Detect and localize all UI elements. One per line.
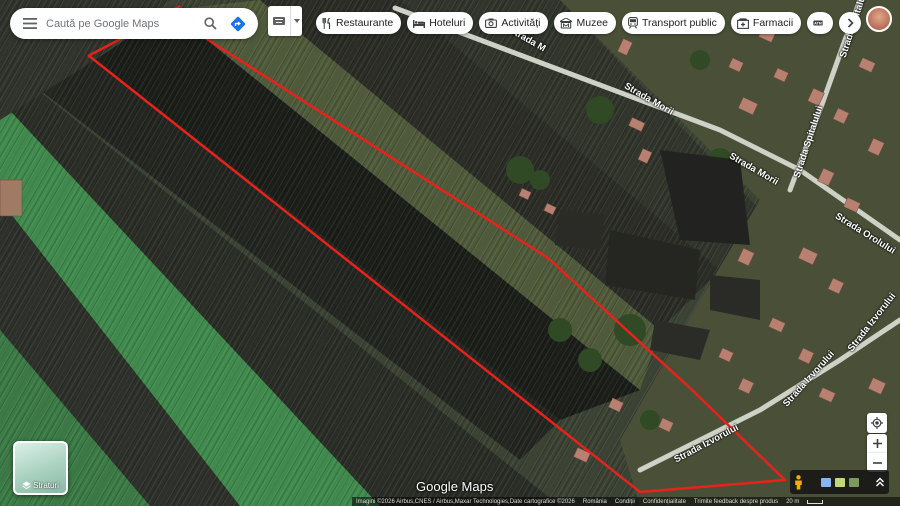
privacy-link[interactable]: Confidențialitate <box>643 499 686 505</box>
scroll-chips-right-button[interactable] <box>839 12 862 34</box>
imagery-thumbnail[interactable] <box>849 477 859 487</box>
map-type-toggle[interactable] <box>268 6 302 36</box>
category-chips: Restaurante Hoteluri Activități Muzee Tr… <box>316 12 862 34</box>
my-location-button[interactable] <box>867 413 887 433</box>
svg-text:ATM: ATM <box>814 21 821 25</box>
imagery-thumbnail[interactable] <box>835 477 845 487</box>
zoom-in-button[interactable] <box>867 434 887 453</box>
chip-label: Hoteluri <box>429 17 466 29</box>
imagery-thumbnail[interactable] <box>821 477 831 487</box>
terms-link[interactable]: Condiții <box>615 499 635 505</box>
atm-icon: ATM <box>813 20 823 26</box>
google-maps-logo: Google Maps <box>416 479 494 494</box>
train-icon <box>628 17 638 29</box>
chip-farmacii[interactable]: Farmacii <box>730 12 802 34</box>
pharmacy-icon <box>736 17 749 29</box>
search-bar[interactable]: Caută pe Google Maps <box>10 8 258 39</box>
menu-button[interactable] <box>14 8 46 39</box>
search-input[interactable]: Caută pe Google Maps <box>46 18 196 30</box>
feedback-link[interactable]: Trimite feedback despre produs <box>694 499 778 505</box>
layers-icon <box>22 481 31 490</box>
chip-hoteluri[interactable]: Hoteluri <box>407 12 474 34</box>
layers-label: Straturi <box>33 481 59 490</box>
chip-label: Transport public <box>642 17 717 29</box>
avatar[interactable] <box>866 6 892 32</box>
chip-muzee[interactable]: Muzee <box>554 12 616 34</box>
minus-icon <box>872 461 882 464</box>
scale-bar <box>807 499 824 504</box>
layers-button[interactable]: Straturi <box>13 441 68 495</box>
chip-label: Activități <box>501 17 541 29</box>
camera-icon <box>485 18 498 28</box>
keyboard-icon <box>273 17 285 25</box>
plus-icon <box>872 439 882 448</box>
pegman-icon[interactable] <box>794 474 803 490</box>
chip-label: Farmacii <box>752 17 794 29</box>
explore-tray <box>790 470 889 494</box>
country-link[interactable]: România <box>583 499 607 505</box>
fork-knife-icon <box>322 17 331 29</box>
dropdown-arrow-icon <box>293 19 300 23</box>
satellite-map[interactable] <box>0 0 900 506</box>
expand-up-icon[interactable] <box>875 477 885 487</box>
attribution-text: Imagini ©2026 Airbus,CNES / Airbus,Maxar… <box>356 498 575 505</box>
hamburger-menu-icon <box>23 18 37 29</box>
chip-transport-public[interactable]: Transport public <box>622 12 725 34</box>
directions-button[interactable] <box>224 8 252 39</box>
chip-activitati[interactable]: Activități <box>479 12 549 34</box>
chip-label: Muzee <box>576 17 608 29</box>
chip-atm[interactable]: ATM <box>807 12 834 34</box>
chip-restaurante[interactable]: Restaurante <box>316 12 402 34</box>
chip-label: Restaurante <box>336 17 394 29</box>
search-icon <box>203 17 217 30</box>
search-button[interactable] <box>196 8 224 39</box>
chevron-right-icon <box>847 18 854 28</box>
scale-label[interactable]: 20 m <box>786 499 799 505</box>
attribution-bar: Imagini ©2026 Airbus,CNES / Airbus,Maxar… <box>352 497 900 506</box>
layers-label-row: Straturi <box>15 481 66 490</box>
museum-icon <box>560 17 573 28</box>
directions-icon <box>230 16 246 31</box>
bed-icon <box>413 19 426 28</box>
my-location-icon <box>871 417 883 429</box>
